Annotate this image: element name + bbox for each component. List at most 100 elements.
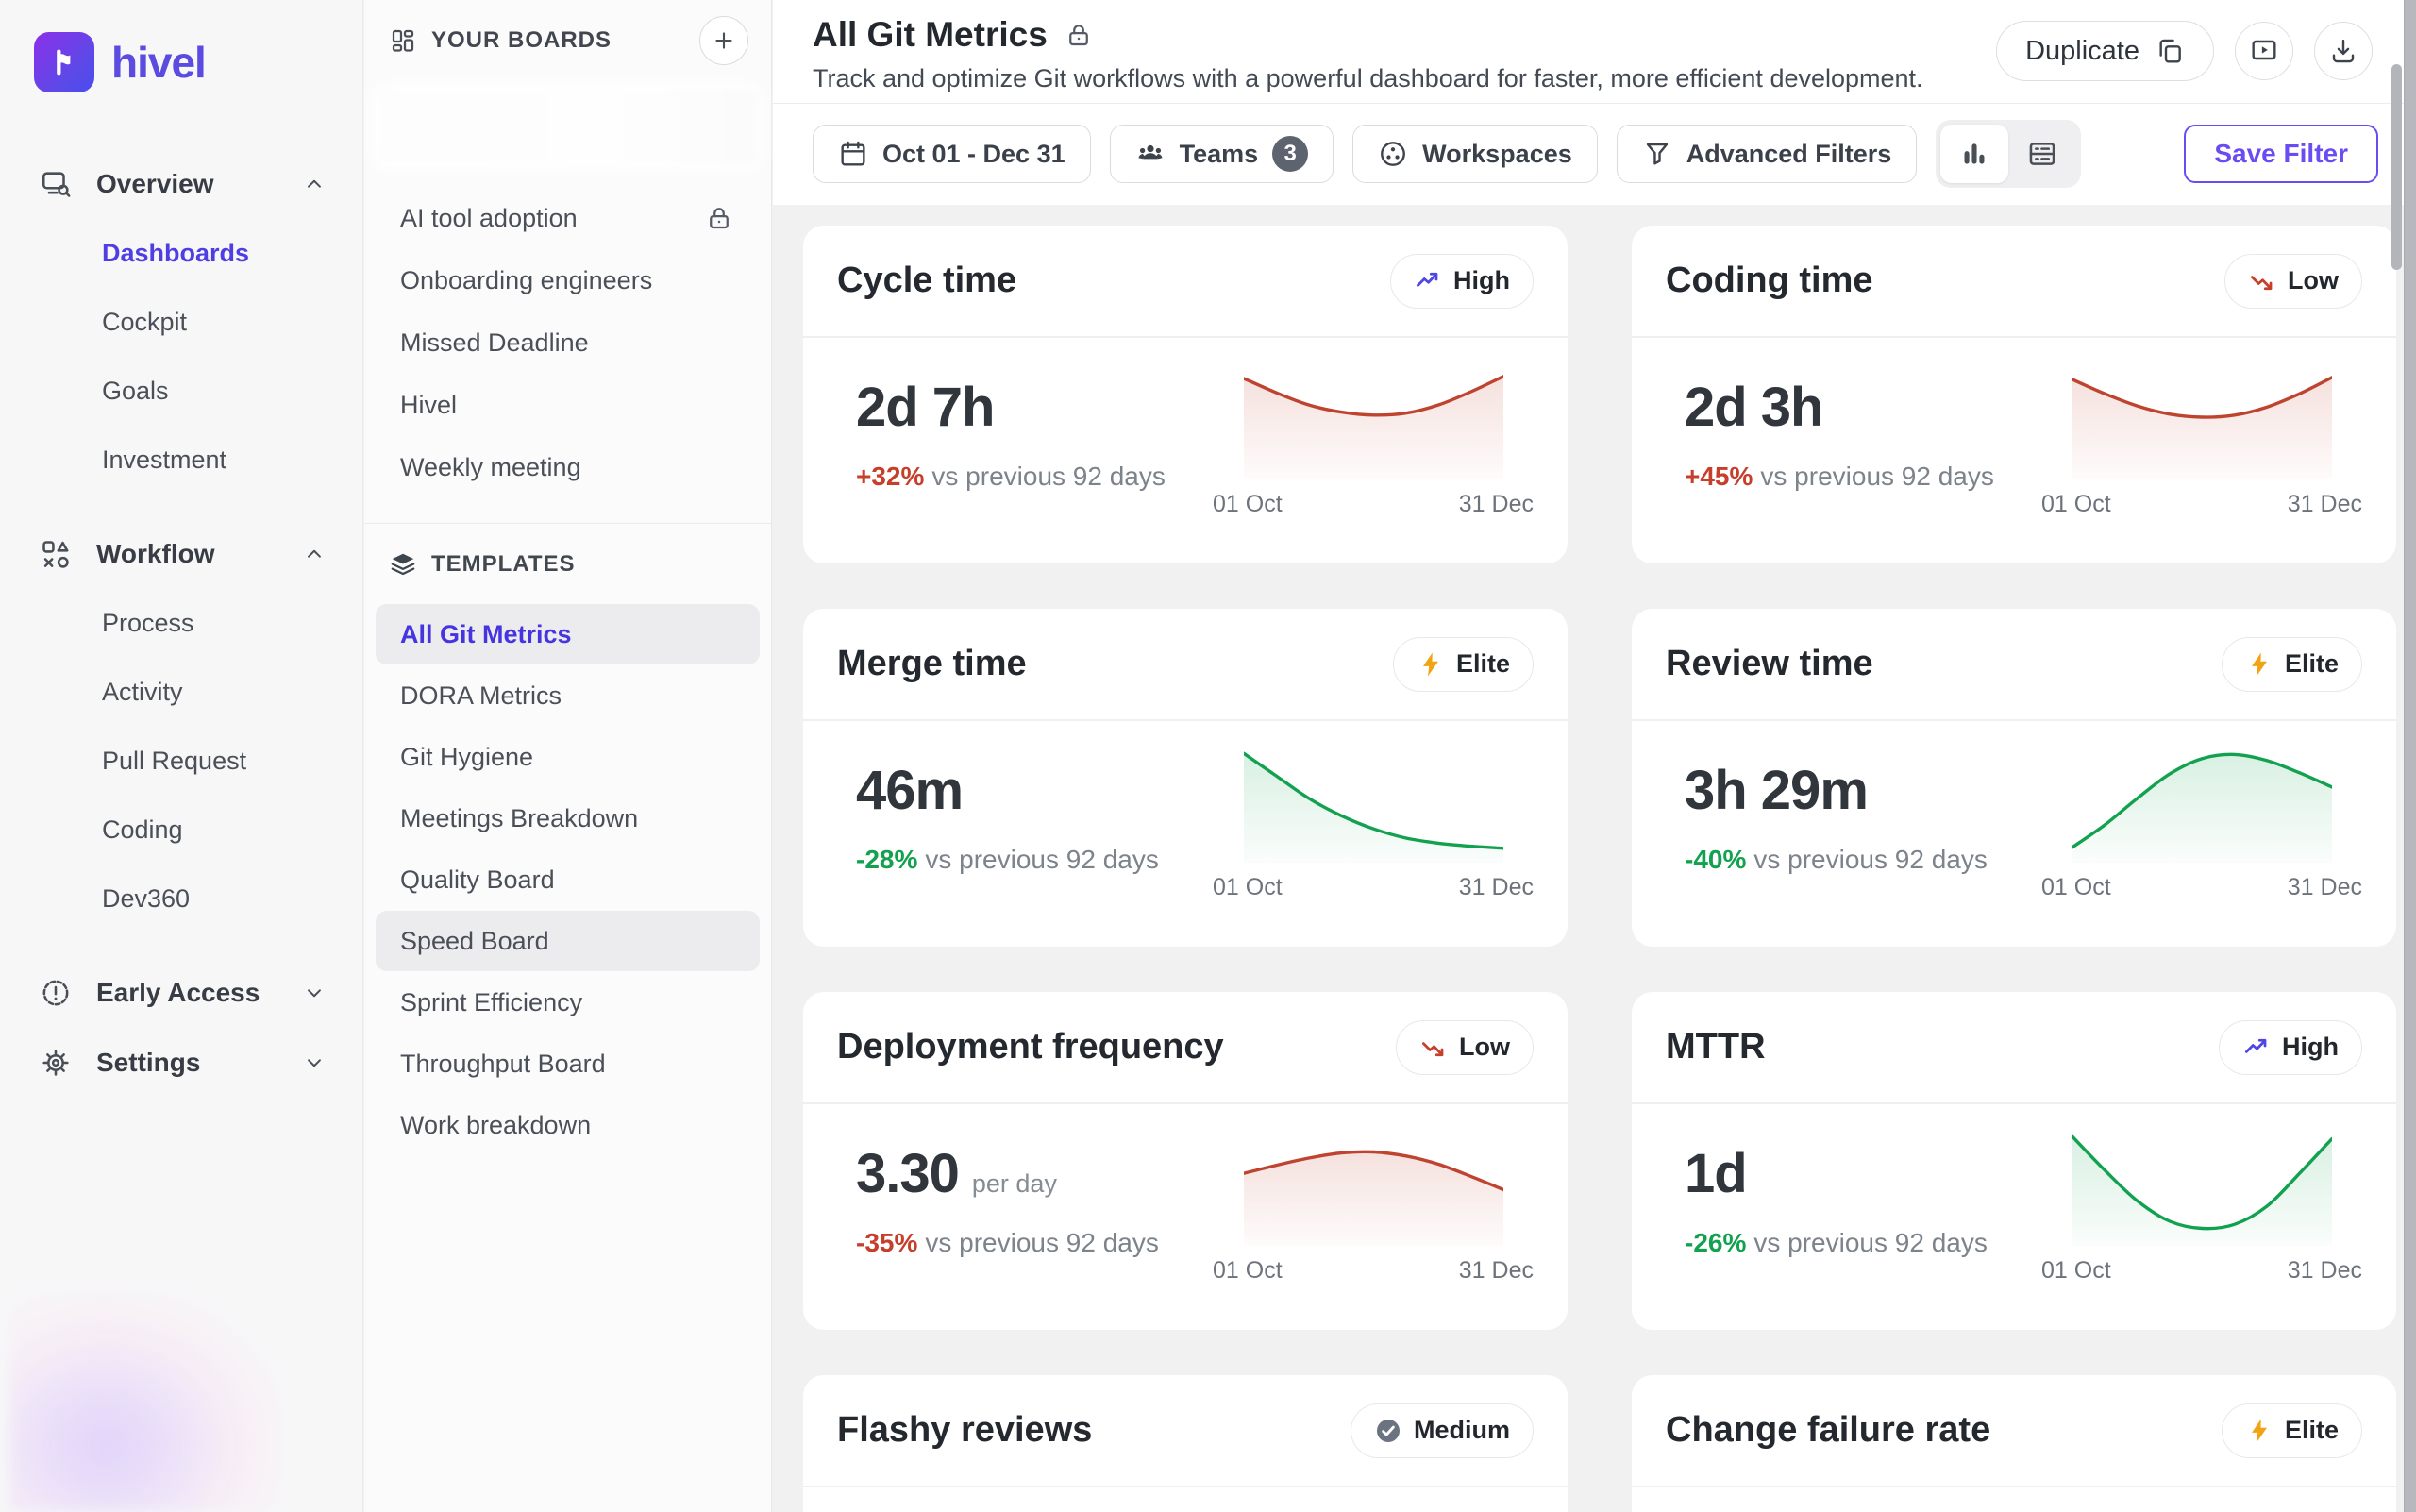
sidebar-section-label: Early Access xyxy=(96,978,260,1008)
trend-up-icon xyxy=(1414,267,1442,295)
dashboard-content: Cycle timeHigh2d 7h+32%vs previous 92 da… xyxy=(773,205,2416,1512)
date-range-filter[interactable]: Oct 01 - Dec 31 xyxy=(813,125,1091,183)
add-board-button[interactable] xyxy=(699,16,748,65)
main-area: All Git Metrics Track and optimize Git w… xyxy=(773,0,2416,1512)
trend-up-icon xyxy=(2242,1033,2271,1062)
template-item-work-breakdown[interactable]: Work breakdown xyxy=(376,1095,760,1155)
page-scrollbar[interactable] xyxy=(2404,0,2416,1512)
sidebar-item-pull-request[interactable]: Pull Request xyxy=(0,727,362,796)
board-item-label: Onboarding engineers xyxy=(400,266,652,295)
x-axis-start-label: 01 Oct xyxy=(2041,874,2111,901)
sidebar-section-settings[interactable]: Settings xyxy=(0,1028,362,1098)
card-title: Coding time xyxy=(1666,260,1873,301)
trend-sparkline: 01 Oct31 Dec xyxy=(1213,351,1534,518)
lock-icon xyxy=(705,204,733,232)
teams-label: Teams xyxy=(1180,140,1259,169)
layers-icon xyxy=(389,550,417,579)
board-item-label: AI tool adoption xyxy=(400,204,578,233)
board-item-hivel[interactable]: Hivel xyxy=(364,374,771,436)
trend-sparkline: 01 Oct31 Dec xyxy=(1213,1117,1534,1285)
sidebar-item-activity[interactable]: Activity xyxy=(0,658,362,727)
chart-view-segment[interactable] xyxy=(1940,125,2008,183)
app-name: hivel xyxy=(111,37,206,88)
trend-sparkline xyxy=(2041,1501,2362,1512)
download-icon xyxy=(2328,36,2358,66)
board-item-onboarding-engineers[interactable]: Onboarding engineers xyxy=(364,249,771,311)
sidebar-section-workflow[interactable]: Workflow xyxy=(0,519,362,589)
boards-list: AI tool adoption Onboarding engineers Miss… xyxy=(364,187,771,498)
logo[interactable]: hivel xyxy=(34,32,362,92)
metric-compare-label: vs previous 92 days xyxy=(1753,1228,1987,1257)
bolt-icon xyxy=(1417,650,1445,679)
teams-filter[interactable]: Teams 3 xyxy=(1110,125,1334,183)
page-subtitle: Track and optimize Git workflows with a … xyxy=(813,64,1923,93)
metric-compare-label: vs previous 92 days xyxy=(925,1228,1158,1257)
x-axis-end-label: 31 Dec xyxy=(2288,491,2362,518)
funnel-icon xyxy=(1642,139,1672,169)
metric-value: 1d xyxy=(1685,1142,1747,1205)
workspaces-label: Workspaces xyxy=(1422,140,1572,169)
duplicate-label: Duplicate xyxy=(2025,36,2139,67)
sidebar-section-overview[interactable]: Overview xyxy=(0,149,362,219)
present-button[interactable] xyxy=(2235,22,2293,80)
download-button[interactable] xyxy=(2314,22,2373,80)
metric-compare-label: vs previous 92 days xyxy=(1760,462,1993,491)
metric-delta: -40% xyxy=(1685,845,1746,874)
board-item-weekly-meeting[interactable]: Weekly meeting xyxy=(364,436,771,498)
status-badge-label: Elite xyxy=(2285,649,2339,679)
table-view-segment[interactable] xyxy=(2008,125,2076,183)
metric-delta: -26% xyxy=(1685,1228,1746,1257)
card-title: Change failure rate xyxy=(1666,1410,1990,1451)
card-title: Cycle time xyxy=(837,260,1016,301)
board-item-redacted[interactable] xyxy=(378,89,758,164)
content-scrollbar-thumb[interactable] xyxy=(2391,64,2402,270)
copy-icon xyxy=(2155,36,2185,66)
sidebar-item-process[interactable]: Process xyxy=(0,589,362,658)
status-badge-label: High xyxy=(2282,1033,2339,1062)
advanced-filters-button[interactable]: Advanced Filters xyxy=(1617,125,1918,183)
sidebar-item-cockpit[interactable]: Cockpit xyxy=(0,288,362,357)
template-item-quality-board[interactable]: Quality Board xyxy=(376,849,760,910)
template-item-all-git-metrics[interactable]: All Git Metrics xyxy=(376,604,760,664)
filter-bar: Oct 01 - Dec 31 Teams 3 Workspaces Advan… xyxy=(773,104,2416,204)
template-item-sprint-efficiency[interactable]: Sprint Efficiency xyxy=(376,972,760,1033)
template-item-speed-board[interactable]: Speed Board xyxy=(376,911,760,971)
duplicate-button[interactable]: Duplicate xyxy=(1996,21,2214,81)
board-item-missed-deadline[interactable]: Missed Deadline xyxy=(364,311,771,374)
status-badge-label: Elite xyxy=(2285,1416,2339,1445)
sidebar-item-goals[interactable]: Goals xyxy=(0,357,362,426)
template-item-throughput-board[interactable]: Throughput Board xyxy=(376,1033,760,1094)
x-axis-end-label: 31 Dec xyxy=(2288,874,2362,901)
trend-sparkline: 01 Oct31 Dec xyxy=(2041,351,2362,518)
template-item-git-hygiene[interactable]: Git Hygiene xyxy=(376,727,760,787)
trend-sparkline: 01 Oct31 Dec xyxy=(1213,734,1534,901)
metric-delta: +32% xyxy=(856,462,924,491)
metric-card-deployment-frequency: Deployment frequencyLow3.30per day-35%vs… xyxy=(803,992,1568,1330)
board-item-label: Missed Deadline xyxy=(400,328,589,358)
x-axis-start-label: 01 Oct xyxy=(2041,1257,2111,1285)
status-badge-high: High xyxy=(2219,1020,2362,1075)
sidebar-item-dashboards[interactable]: Dashboards xyxy=(0,219,362,288)
x-axis-end-label: 31 Dec xyxy=(1459,874,1534,901)
sidebar-section-label: Workflow xyxy=(96,539,214,569)
sidebar-item-dev360[interactable]: Dev360 xyxy=(0,865,362,933)
save-filter-button[interactable]: Save Filter xyxy=(2184,125,2378,183)
sidebar-section-early-access[interactable]: Early Access xyxy=(0,958,362,1028)
hivel-logo-mark xyxy=(34,32,94,92)
workspaces-filter[interactable]: Workspaces xyxy=(1352,125,1598,183)
board-item-ai-tool-adoption[interactable]: AI tool adoption xyxy=(364,187,771,249)
chevron-down-icon xyxy=(302,1050,327,1075)
status-badge-label: Elite xyxy=(1456,649,1510,679)
trend-sparkline: 01 Oct 31 Dec xyxy=(2041,734,2362,901)
sidebar-item-investment[interactable]: Investment xyxy=(0,426,362,495)
template-item-meetings-breakdown[interactable]: Meetings Breakdown xyxy=(376,788,760,848)
calendar-icon xyxy=(838,139,868,169)
metric-compare-label: vs previous 92 days xyxy=(931,462,1165,491)
status-badge-label: Low xyxy=(2288,266,2339,295)
sidebar-item-coding[interactable]: Coding xyxy=(0,796,362,865)
gear-icon xyxy=(40,1047,72,1079)
template-item-dora-metrics[interactable]: DORA Metrics xyxy=(376,665,760,726)
workflow-icon xyxy=(40,538,72,570)
sidebar-section-label: Overview xyxy=(96,169,214,199)
boards-grid-icon xyxy=(389,26,417,55)
